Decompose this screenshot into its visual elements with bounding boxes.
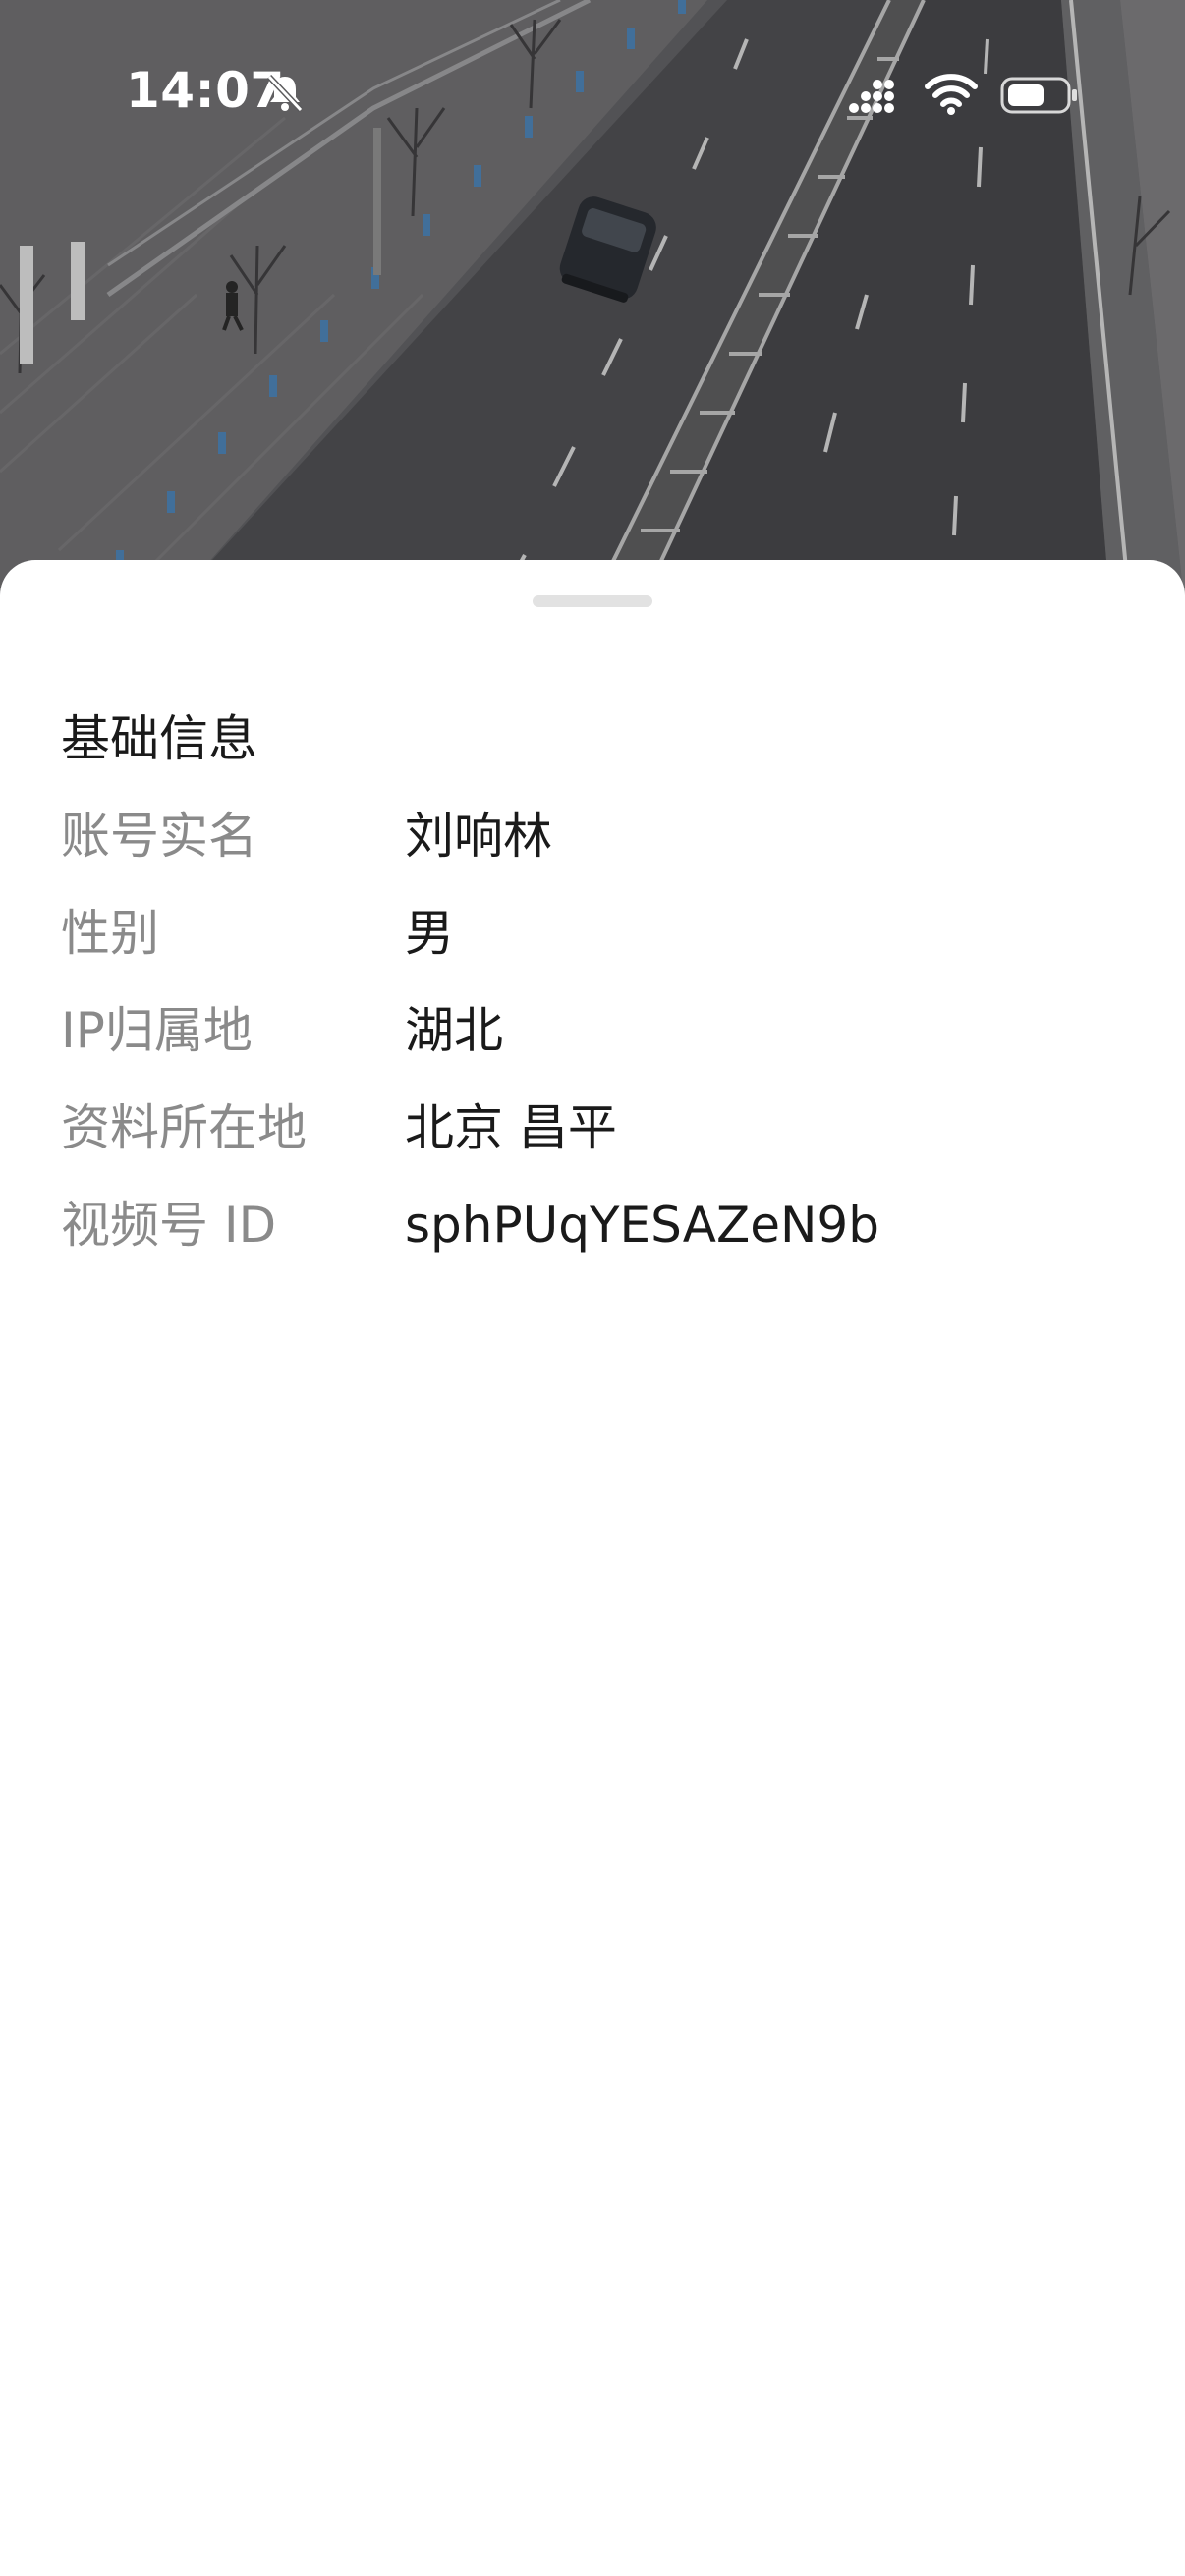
info-label: 视频号 ID — [61, 1197, 277, 1254]
sheet-drag-handle[interactable] — [533, 595, 652, 607]
info-label: 性别 — [61, 905, 159, 962]
info-row-channel-id: 视频号 ID sphPUqYESAZeN9b — [61, 1191, 1142, 1260]
bell-muted-icon — [263, 71, 307, 114]
info-row-ip-location: IP归属地 湖北 — [61, 996, 1142, 1065]
wifi-icon — [924, 73, 979, 116]
status-bar: 14:07 — [0, 0, 1185, 196]
battery-icon — [1000, 75, 1079, 116]
section-title-basic-info: 基础信息 — [61, 710, 257, 767]
info-value: 刘响林 — [405, 808, 552, 865]
info-value: 北京 昌平 — [405, 1099, 617, 1156]
info-row-real-name: 账号实名 刘响林 — [61, 802, 1142, 870]
info-value: 湖北 — [405, 1002, 503, 1059]
info-row-profile-location: 资料所在地 北京 昌平 — [61, 1093, 1142, 1162]
info-value: 男 — [405, 905, 454, 962]
info-label: 资料所在地 — [61, 1099, 307, 1156]
info-label: 账号实名 — [61, 808, 257, 865]
cellular-signal-icon — [849, 79, 894, 116]
profile-info-sheet: 基础信息 账号实名 刘响林 性别 男 IP归属地 湖北 资料所在地 北京 昌平 … — [0, 560, 1185, 2576]
status-time: 14:07 — [126, 62, 285, 119]
info-label: IP归属地 — [61, 1002, 253, 1059]
info-row-gender: 性别 男 — [61, 899, 1142, 968]
info-value[interactable]: sphPUqYESAZeN9b — [405, 1191, 879, 1260]
